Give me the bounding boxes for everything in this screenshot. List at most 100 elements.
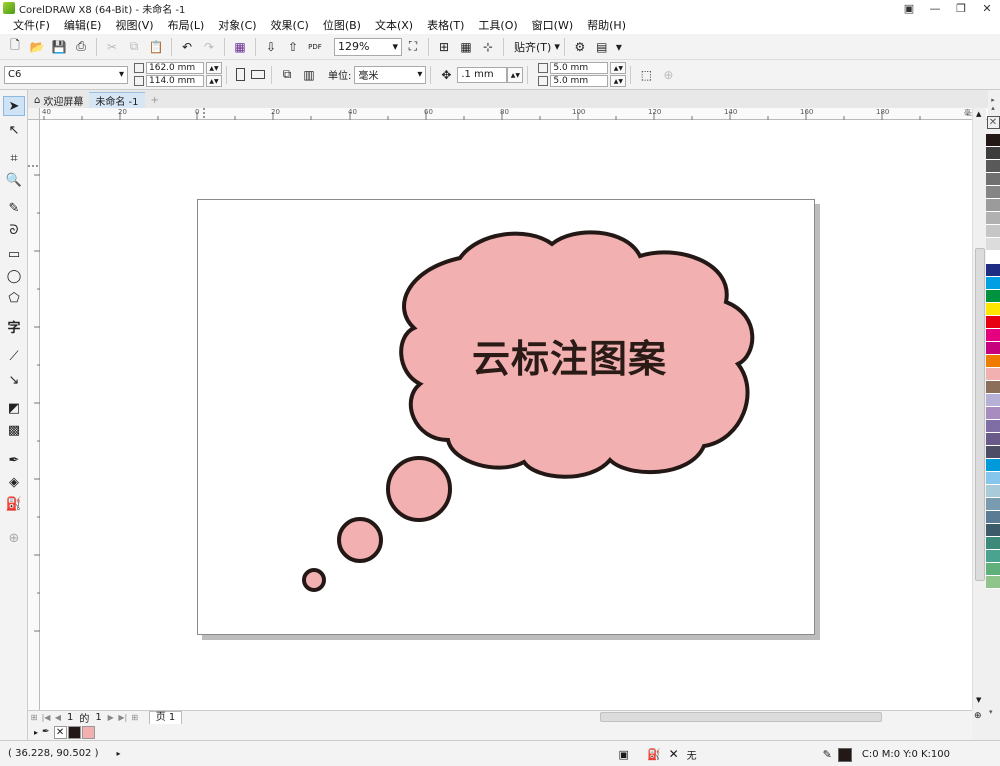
import-icon[interactable]: ⇩: [260, 37, 282, 57]
palette-swatch[interactable]: [986, 147, 1000, 160]
zoom-tool-icon[interactable]: 🔍: [3, 170, 25, 190]
palette-scroll-up[interactable]: ▸ ▴ ✕: [986, 96, 1000, 134]
shape-tool-icon[interactable]: ↖: [3, 120, 25, 140]
add-page-icon[interactable]: ⊞: [129, 713, 141, 722]
palette-swatch[interactable]: [986, 472, 1000, 485]
palette-swatch[interactable]: [986, 160, 1000, 173]
scroll-up-icon[interactable]: ▲: [976, 110, 981, 118]
pick-tool-icon[interactable]: ➤: [3, 96, 25, 116]
ruler-origin[interactable]: [28, 108, 40, 120]
palette-swatch[interactable]: [986, 446, 1000, 459]
palette-swatch[interactable]: [986, 199, 1000, 212]
show-guidelines-icon[interactable]: ⊹: [477, 37, 499, 57]
open-icon[interactable]: 📂: [26, 37, 48, 57]
fill-bucket-icon[interactable]: ⛽: [647, 748, 661, 761]
menu-bitmaps[interactable]: 位图(B): [316, 17, 368, 33]
palette-swatch[interactable]: [986, 264, 1000, 277]
last-page-icon[interactable]: ▶|: [117, 713, 129, 722]
rectangle-tool-icon[interactable]: ▭: [3, 244, 25, 264]
snap-to-dropdown[interactable]: 贴齐(T) ▾: [514, 39, 560, 55]
maximize-button[interactable]: ❐: [948, 0, 974, 16]
paper-size-select[interactable]: C6 ▾: [4, 65, 128, 84]
page-width-field[interactable]: 162.0 mm: [146, 62, 204, 74]
cloud-callout-text[interactable]: 云标注图案: [472, 328, 667, 383]
unit-select[interactable]: 毫米 ▾: [354, 65, 427, 84]
menu-edit[interactable]: 编辑(E): [57, 17, 109, 33]
palette-swatch[interactable]: [986, 134, 1000, 147]
close-button[interactable]: ✕: [974, 0, 1000, 16]
show-rulers-icon[interactable]: ⊞: [433, 37, 455, 57]
ellipse-tool-icon[interactable]: ◯: [3, 266, 25, 286]
eyedropper-icon[interactable]: ✒: [42, 727, 50, 737]
vertical-scroll-thumb[interactable]: [975, 248, 985, 581]
freehand-tool-icon[interactable]: ✎: [3, 198, 25, 218]
page-options-icon[interactable]: ⊞: [28, 713, 40, 722]
paste-icon[interactable]: 📋: [145, 37, 167, 57]
zoom-icon[interactable]: ⊕: [974, 711, 982, 721]
doc-swatch-pink[interactable]: [81, 725, 95, 739]
palette-swatch[interactable]: [986, 485, 1000, 498]
show-grid-icon[interactable]: ▦: [455, 37, 477, 57]
connector-tool-icon[interactable]: ↘: [3, 370, 25, 390]
palette-swatch[interactable]: [986, 342, 1000, 355]
doc-swatch-black[interactable]: [67, 725, 81, 739]
vertical-ruler[interactable]: [28, 120, 40, 710]
application-launcher-icon[interactable]: ▤: [591, 37, 613, 57]
menu-help[interactable]: 帮助(H): [580, 17, 633, 33]
palette-swatch[interactable]: [986, 407, 1000, 420]
no-fill-swatch[interactable]: ✕: [53, 725, 67, 739]
scroll-down-icon[interactable]: ▼: [976, 696, 981, 704]
current-page-icon[interactable]: ▥: [298, 65, 320, 85]
palette-swatch[interactable]: [986, 173, 1000, 186]
page-height-field[interactable]: 114.0 mm: [146, 75, 204, 87]
redo-icon[interactable]: ↷: [198, 37, 220, 57]
new-document-icon[interactable]: 🗋: [4, 37, 26, 57]
width-spinner[interactable]: ▲▼: [206, 62, 222, 74]
page-tab[interactable]: 页 1: [148, 711, 183, 724]
height-spinner[interactable]: ▲▼: [206, 75, 222, 87]
palette-swatch[interactable]: [986, 290, 1000, 303]
palette-swatch[interactable]: [986, 459, 1000, 472]
palette-swatch[interactable]: [986, 277, 1000, 290]
add-icon[interactable]: ⊕: [657, 65, 679, 85]
landscape-icon[interactable]: [249, 66, 267, 84]
full-screen-icon[interactable]: ⛶: [402, 37, 424, 57]
next-page-icon[interactable]: ▶: [105, 713, 117, 722]
chevron-down-icon[interactable]: ▾: [613, 37, 625, 57]
horizontal-scroll-thumb[interactable]: [600, 712, 882, 722]
eyedropper-icon[interactable]: ✒: [3, 450, 25, 470]
publish-pdf-icon[interactable]: PDF: [304, 37, 326, 57]
portrait-icon[interactable]: [231, 66, 249, 84]
palette-scroll-down-icon[interactable]: ▾: [989, 708, 993, 716]
page-border-icon[interactable]: ⬚: [635, 65, 657, 85]
palette-swatch[interactable]: [986, 303, 1000, 316]
menu-effects[interactable]: 效果(C): [264, 17, 316, 33]
palette-swatch[interactable]: [986, 355, 1000, 368]
text-tool-icon[interactable]: 字: [3, 316, 25, 336]
print-icon[interactable]: ⎙: [70, 37, 92, 57]
menu-tools[interactable]: 工具(O): [471, 17, 524, 33]
undo-icon[interactable]: ↶: [176, 37, 198, 57]
palette-swatch[interactable]: [986, 511, 1000, 524]
menu-object[interactable]: 对象(C): [211, 17, 263, 33]
drawing-page[interactable]: [197, 199, 815, 635]
expand-arrow-icon[interactable]: ▸: [117, 749, 121, 758]
copy-icon[interactable]: ⧉: [123, 37, 145, 57]
dup-x-spinner[interactable]: ▲▼: [610, 62, 627, 74]
palette-swatch[interactable]: [986, 186, 1000, 199]
palette-swatch[interactable]: [986, 251, 1000, 264]
palette-swatch[interactable]: [986, 212, 1000, 225]
palette-swatch[interactable]: [986, 225, 1000, 238]
all-pages-icon[interactable]: ⧉: [276, 65, 298, 85]
palette-swatch[interactable]: [986, 368, 1000, 381]
palette-menu-icon[interactable]: ▸: [34, 728, 38, 737]
options-gear-icon[interactable]: ⚙: [569, 37, 591, 57]
palette-swatch[interactable]: [986, 420, 1000, 433]
menu-text[interactable]: 文本(X): [368, 17, 420, 33]
first-page-icon[interactable]: |◀: [40, 713, 52, 722]
nudge-distance-field[interactable]: .1 mm: [457, 66, 508, 83]
tab-welcome-screen[interactable]: ⌂ 欢迎屏幕: [28, 92, 90, 108]
palette-swatch[interactable]: [986, 316, 1000, 329]
horizontal-ruler[interactable]: 40 20 0 20 40 60 80 100 120 140 160 180 …: [40, 108, 988, 120]
palette-swatch[interactable]: [986, 394, 1000, 407]
